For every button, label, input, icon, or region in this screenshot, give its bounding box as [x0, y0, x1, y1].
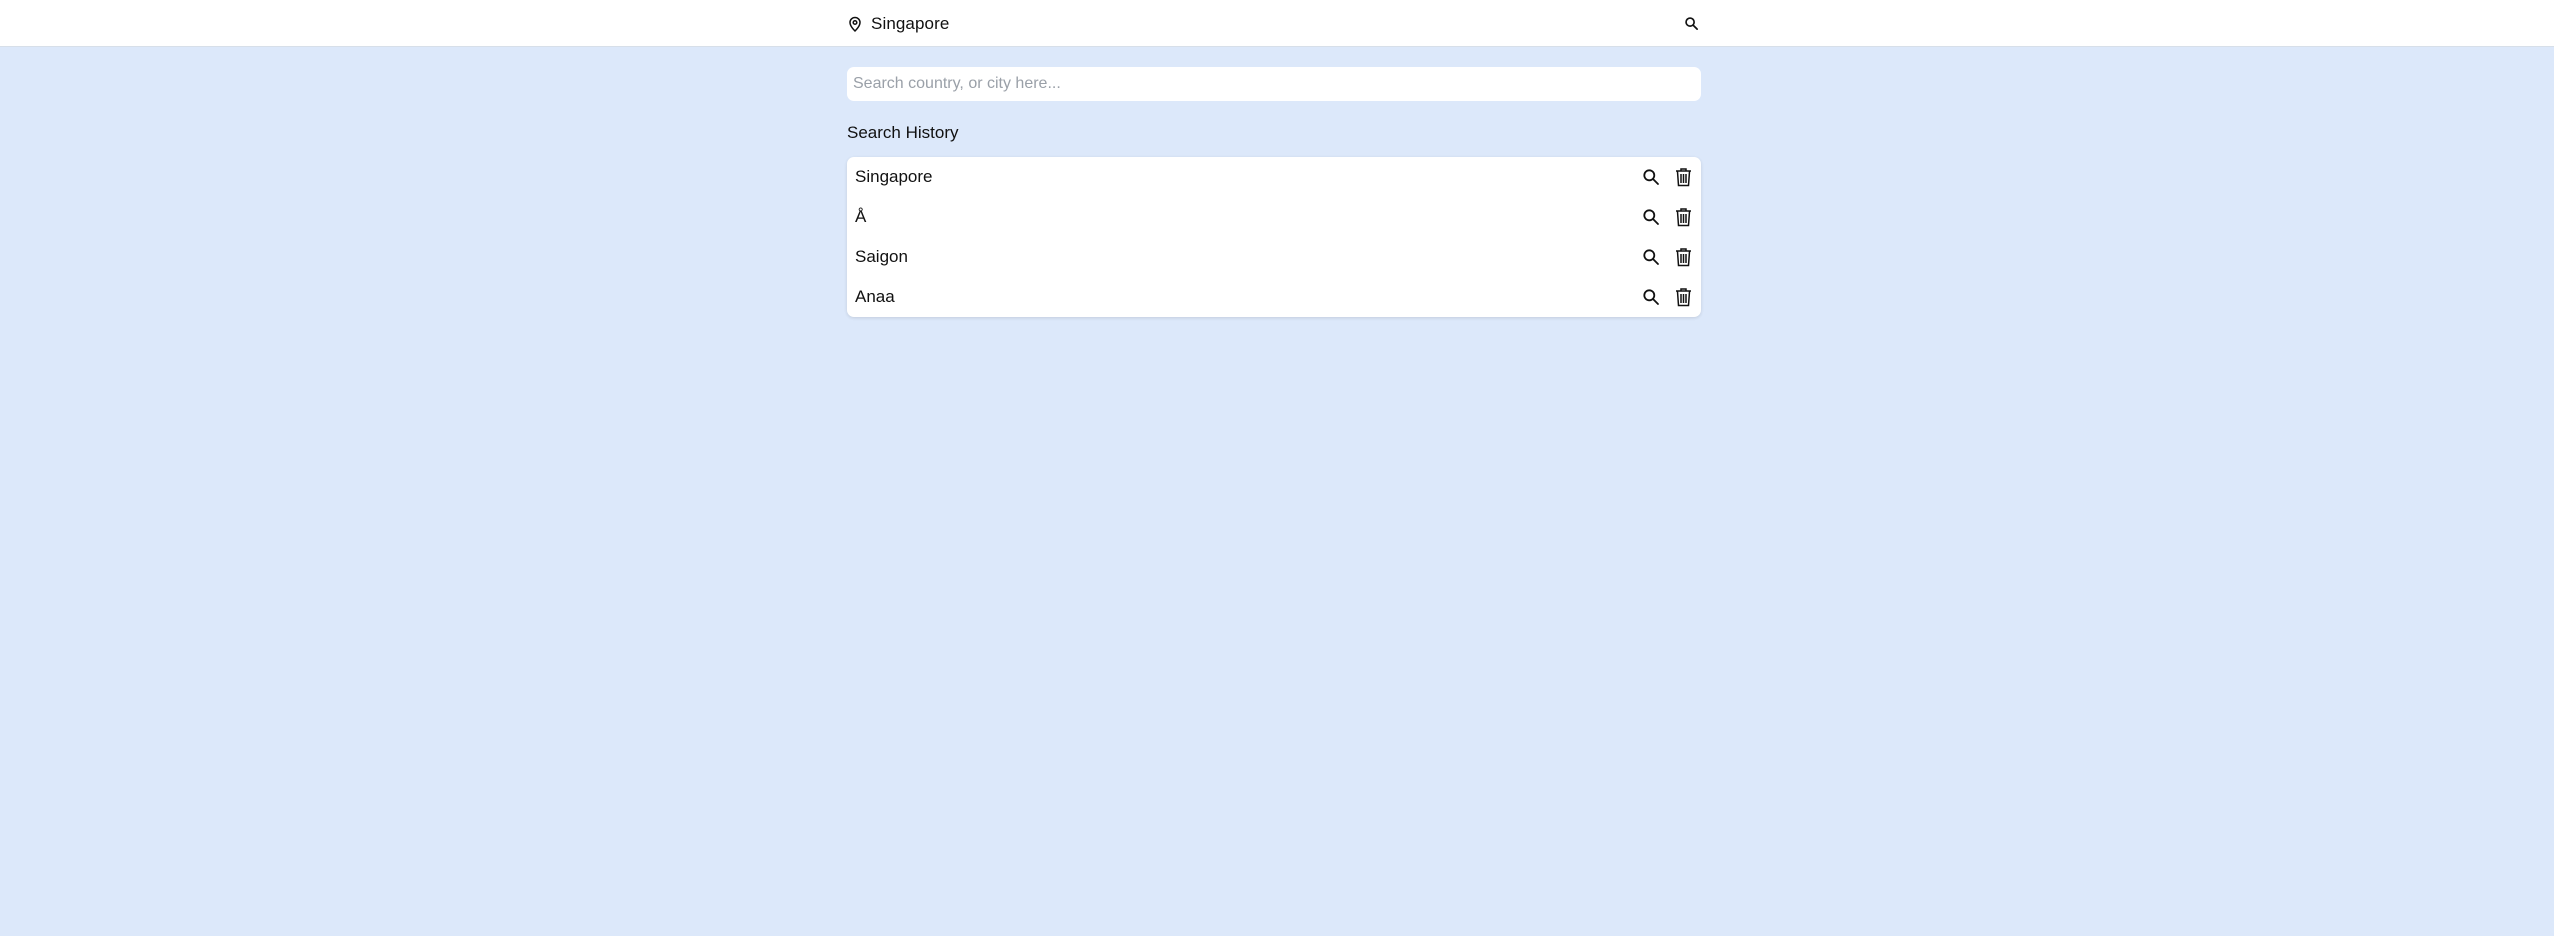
history-item-label: Singapore	[855, 167, 933, 186]
map-pin-icon	[847, 16, 863, 32]
history-search-button[interactable]	[1641, 166, 1661, 188]
trash-icon	[1675, 287, 1692, 307]
header-search-button[interactable]	[1681, 14, 1701, 34]
search-input[interactable]	[847, 67, 1701, 101]
search-icon	[1642, 248, 1660, 266]
history-search-button[interactable]	[1641, 206, 1661, 228]
history-item-actions	[1641, 246, 1693, 268]
location-name: Singapore	[871, 13, 950, 33]
trash-icon	[1675, 167, 1692, 187]
search-icon	[1684, 16, 1699, 31]
top-bar: Singapore	[0, 0, 2554, 47]
search-history-list: Singapore Å Saigon Anaa	[847, 157, 1701, 317]
current-location: Singapore	[847, 14, 949, 34]
search-icon	[1642, 168, 1660, 186]
history-item-label: Anaa	[855, 287, 895, 306]
history-item: Å	[847, 197, 1701, 237]
search-icon	[1642, 208, 1660, 226]
history-item-label: Å	[855, 207, 867, 226]
history-search-button[interactable]	[1641, 246, 1661, 268]
history-delete-button[interactable]	[1673, 286, 1693, 308]
history-delete-button[interactable]	[1673, 206, 1693, 228]
top-bar-content: Singapore	[847, 0, 1701, 47]
history-item-label: Saigon	[855, 247, 908, 266]
trash-icon	[1675, 207, 1692, 227]
history-delete-button[interactable]	[1673, 166, 1693, 188]
history-delete-button[interactable]	[1673, 246, 1693, 268]
search-history-heading: Search History	[847, 123, 959, 142]
history-item: Anaa	[847, 277, 1701, 317]
history-item: Saigon	[847, 237, 1701, 277]
trash-icon	[1675, 247, 1692, 267]
history-item: Singapore	[847, 157, 1701, 197]
history-item-actions	[1641, 166, 1693, 188]
search-icon	[1642, 288, 1660, 306]
history-search-button[interactable]	[1641, 286, 1661, 308]
history-item-actions	[1641, 206, 1693, 228]
history-item-actions	[1641, 286, 1693, 308]
